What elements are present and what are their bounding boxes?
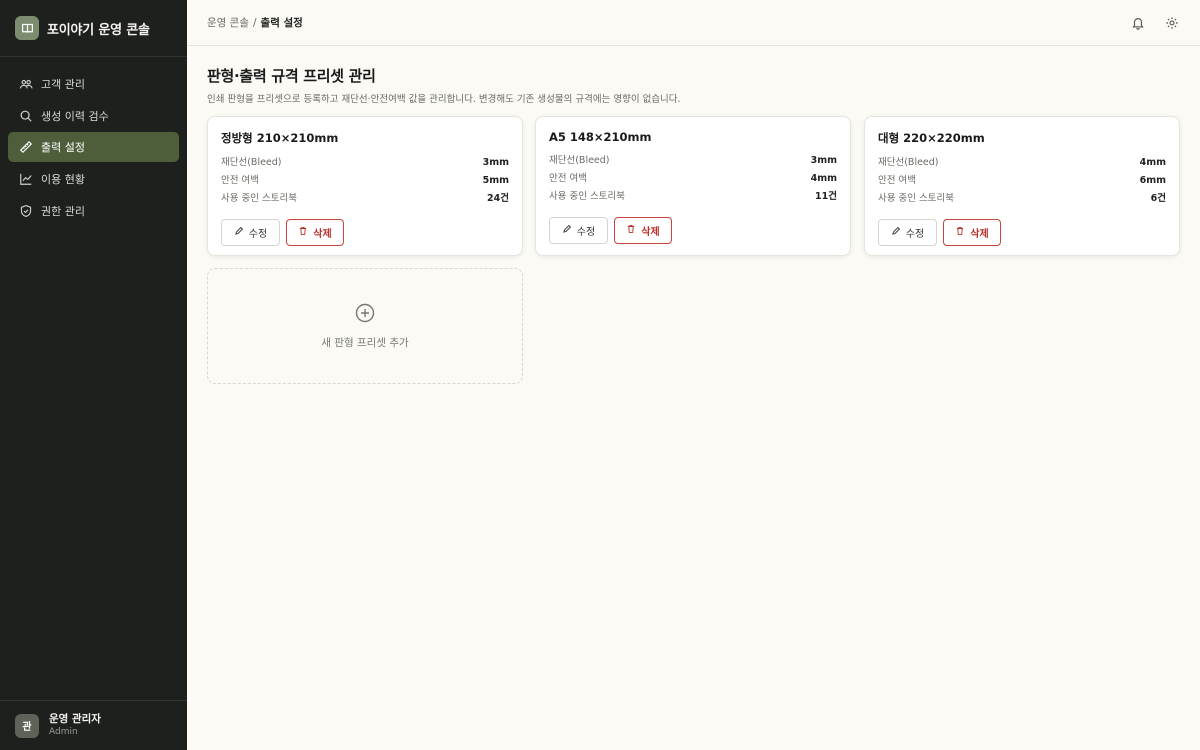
in-use-value: 24건 (487, 193, 509, 204)
bell-icon[interactable] (1130, 15, 1146, 31)
user-name: 운영 관리자 (49, 713, 101, 725)
safe-margin-label: 안전 여백 (549, 173, 587, 184)
edit-label: 수정 (905, 229, 925, 240)
preset-card: A5 148×210mm 재단선(Bleed) 3mm 안전 여백 4mm 사용 중… (535, 116, 851, 256)
shield-icon (19, 204, 33, 218)
breadcrumb-parent[interactable]: 운영 콘솔 (207, 15, 249, 30)
delete-label: 삭제 (641, 227, 660, 238)
bleed-label: 재단선(Bleed) (549, 155, 610, 166)
trash-icon (955, 226, 965, 239)
pencil-icon (562, 224, 572, 237)
breadcrumb-separator: / (252, 16, 257, 29)
sidebar-item-label: 이용 현황 (41, 173, 85, 187)
top-actions (1130, 15, 1180, 31)
edit-button[interactable]: 수정 (221, 219, 280, 246)
book-icon (15, 16, 39, 40)
bleed-value: 3mm (482, 157, 509, 168)
delete-button[interactable]: 삭제 (614, 217, 672, 244)
safe-margin-label: 안전 여백 (878, 175, 916, 186)
edit-button[interactable]: 수정 (549, 217, 608, 244)
in-use-label: 사용 중인 스토리북 (221, 193, 297, 204)
delete-button[interactable]: 삭제 (286, 219, 344, 246)
ruler-icon (19, 140, 33, 154)
safe-margin-value: 5mm (482, 175, 509, 186)
preset-name: 정방형 210×210mm (221, 131, 339, 145)
safe-margin-label: 안전 여백 (221, 175, 259, 186)
user-role: Admin (49, 727, 78, 737)
pencil-icon (234, 226, 244, 239)
delete-label: 삭제 (970, 229, 989, 240)
sidebar-nav: 고객 관리 생성 이력 검수 출력 설정 이용 현황 권한 관리 (0, 57, 187, 239)
breadcrumb-current: 출력 설정 (260, 17, 303, 29)
sidebar-item-label: 출력 설정 (41, 141, 85, 155)
chart-line-icon (19, 172, 33, 186)
main-content: 판형·출력 규격 프리셋 관리 인쇄 판형을 프리셋으로 등록하고 재단선·안전… (187, 47, 1200, 750)
brand: 포이야기 운영 콘솔 (0, 0, 187, 57)
edit-label: 수정 (248, 229, 268, 240)
edit-label: 수정 (576, 227, 596, 238)
sidebar-item-permissions[interactable]: 권한 관리 (8, 196, 179, 226)
page-description: 인쇄 판형을 프리셋으로 등록하고 재단선·안전여백 값을 관리합니다. 변경해… (207, 94, 681, 105)
bleed-value: 4mm (1139, 157, 1166, 168)
delete-button[interactable]: 삭제 (943, 219, 1001, 246)
avatar: 관 (15, 713, 39, 738)
page-title: 판형·출력 규격 프리셋 관리 (207, 67, 376, 85)
in-use-value: 6건 (1150, 193, 1166, 204)
in-use-label: 사용 중인 스토리북 (549, 191, 625, 202)
sidebar-item-usage[interactable]: 이용 현황 (8, 164, 179, 194)
safe-margin-value: 6mm (1139, 175, 1166, 186)
preset-name: 대형 220×220mm (878, 131, 985, 145)
add-preset-button[interactable]: 새 판형 프리셋 추가 (207, 268, 523, 384)
bleed-label: 재단선(Bleed) (878, 157, 939, 168)
edit-button[interactable]: 수정 (878, 219, 937, 246)
pencil-icon (891, 226, 901, 239)
sidebar-item-customers[interactable]: 고객 관리 (8, 69, 179, 99)
trash-icon (626, 224, 636, 237)
trash-icon (298, 226, 308, 239)
preset-card: 정방형 210×210mm 재단선(Bleed) 3mm 안전 여백 5mm 사용 … (207, 116, 523, 256)
sidebar: 포이야기 운영 콘솔 고객 관리 생성 이력 검수 출력 설정 이용 현황 권한… (0, 0, 187, 750)
users-icon (19, 77, 33, 91)
breadcrumb: 운영 콘솔 / 출력 설정 (207, 15, 303, 30)
preset-name: A5 148×210mm (549, 130, 652, 144)
user-profile[interactable]: 관 운영 관리자 Admin (0, 700, 187, 750)
sidebar-item-output-settings[interactable]: 출력 설정 (8, 132, 179, 163)
preset-card: 대형 220×220mm 재단선(Bleed) 4mm 안전 여백 6mm 사용 중… (864, 116, 1180, 256)
safe-margin-value: 4mm (810, 173, 837, 184)
sidebar-item-history-review[interactable]: 생성 이력 검수 (8, 101, 179, 131)
in-use-label: 사용 중인 스토리북 (878, 193, 954, 204)
delete-label: 삭제 (313, 229, 332, 240)
bleed-value: 3mm (810, 155, 837, 166)
add-preset-label: 새 판형 프리셋 추가 (321, 336, 409, 349)
plus-circle-icon (355, 303, 375, 327)
sidebar-item-label: 고객 관리 (41, 78, 85, 91)
sidebar-item-label: 생성 이력 검수 (41, 109, 109, 123)
sidebar-item-label: 권한 관리 (41, 204, 85, 218)
bleed-label: 재단선(Bleed) (221, 157, 282, 168)
gear-icon[interactable] (1164, 15, 1180, 31)
topbar: 운영 콘솔 / 출력 설정 (187, 0, 1200, 46)
in-use-value: 11건 (815, 191, 837, 202)
search-icon (19, 109, 33, 123)
app-title: 포이야기 운영 콘솔 (47, 22, 150, 38)
